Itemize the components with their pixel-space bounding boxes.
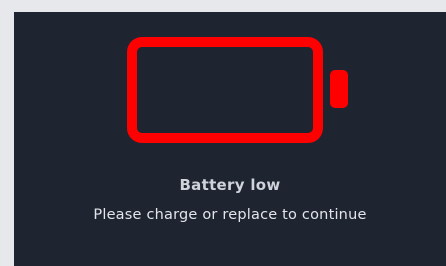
battery-body (127, 37, 323, 143)
battery-low-screen: Battery low Please charge or replace to … (14, 12, 446, 266)
status-title: Battery low (179, 176, 281, 194)
battery-empty-icon (127, 37, 348, 143)
status-message: Please charge or replace to continue (93, 207, 367, 223)
battery-terminal (330, 70, 348, 108)
